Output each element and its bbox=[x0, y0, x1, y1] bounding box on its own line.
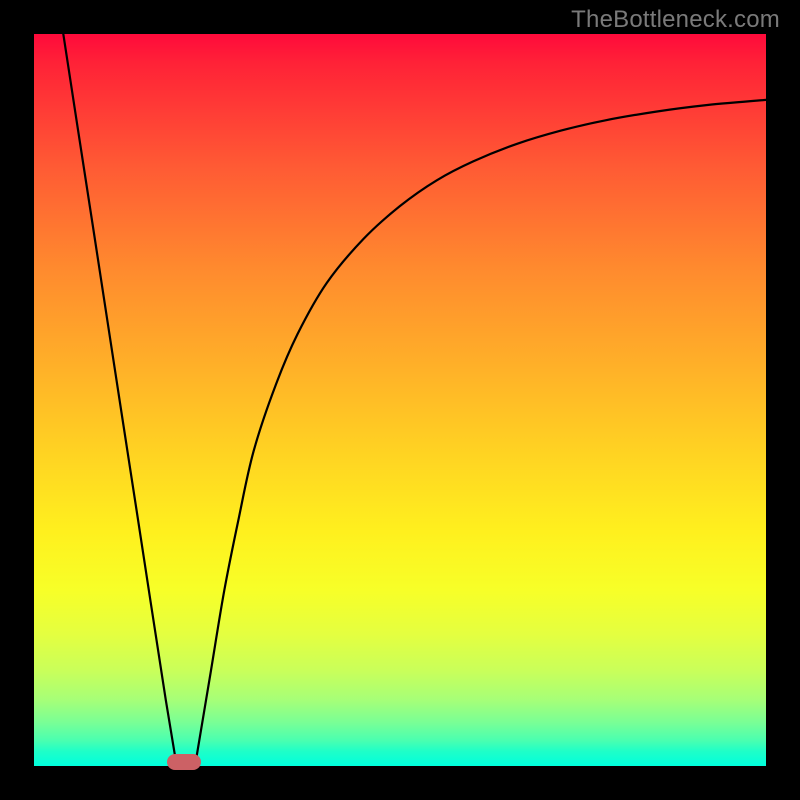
plot-area bbox=[34, 34, 766, 766]
bottleneck-curve bbox=[34, 34, 766, 766]
chart-frame: TheBottleneck.com bbox=[0, 0, 800, 800]
watermark-text: TheBottleneck.com bbox=[571, 6, 780, 34]
bottleneck-marker bbox=[167, 754, 201, 770]
